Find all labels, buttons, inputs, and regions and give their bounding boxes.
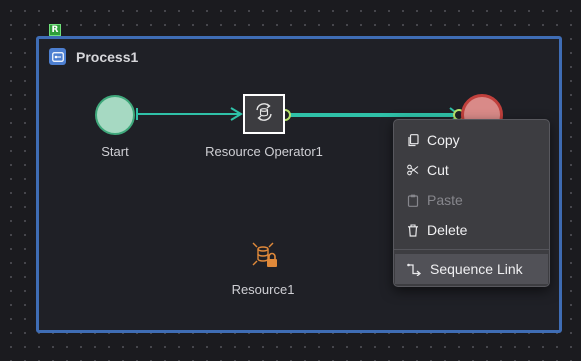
menu-item-cut[interactable]: Cut	[394, 155, 549, 185]
resource-operator-label: Resource Operator1	[205, 144, 323, 159]
root-marker-badge: R	[49, 24, 61, 36]
resource-operator-task[interactable]	[243, 94, 285, 134]
menu-item-delete[interactable]: Delete	[394, 215, 549, 245]
resource-operator-icon	[253, 101, 275, 128]
start-event[interactable]	[95, 95, 135, 135]
menu-item-copy-label: Copy	[427, 132, 460, 148]
menu-separator	[394, 249, 549, 250]
menu-item-delete-label: Delete	[427, 222, 468, 238]
menu-item-paste: Paste	[394, 185, 549, 215]
paste-icon	[406, 193, 420, 207]
context-menu: Copy Cut Paste Delete Sequence Link	[393, 119, 550, 287]
diagram-canvas[interactable]: R Process1 Start Resource Operator1 Reso…	[0, 0, 581, 361]
menu-item-sequence-link[interactable]: Sequence Link	[395, 254, 548, 284]
menu-item-cut-label: Cut	[427, 162, 449, 178]
menu-item-paste-label: Paste	[427, 192, 463, 208]
menu-item-copy[interactable]: Copy	[394, 125, 549, 155]
sequence-link-icon	[406, 262, 422, 276]
copy-icon	[406, 133, 420, 147]
menu-item-sequence-link-label: Sequence Link	[430, 261, 523, 277]
resource-label: Resource1	[231, 282, 295, 297]
trash-icon	[406, 223, 420, 237]
scissors-icon	[406, 163, 420, 177]
start-event-label: Start	[101, 144, 129, 159]
database-lock-icon[interactable]	[250, 240, 280, 270]
process-title: Process1	[76, 49, 139, 65]
process-key-icon	[49, 48, 66, 65]
